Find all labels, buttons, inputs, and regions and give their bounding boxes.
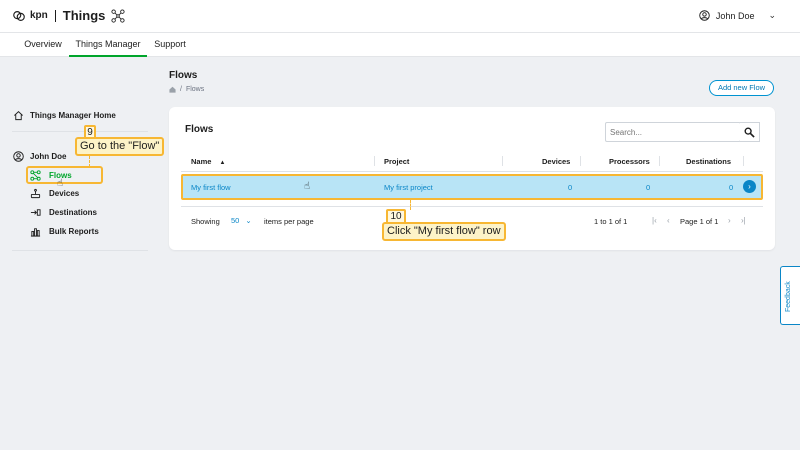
cell-destinations: 0	[729, 183, 733, 192]
column-header-processors[interactable]: Processors	[609, 157, 650, 166]
sidebar-item-destinations[interactable]: Destinations	[30, 207, 97, 218]
column-header-destinations[interactable]: Destinations	[686, 157, 731, 166]
sidebar-home-label: Things Manager Home	[30, 111, 116, 120]
sort-asc-icon: ▲	[220, 160, 226, 166]
cell-processors: 0	[646, 183, 650, 192]
column-header-project[interactable]: Project	[384, 157, 409, 166]
next-page-icon[interactable]: ›	[728, 216, 731, 225]
column-divider	[580, 156, 581, 166]
cursor-pointer-icon: ☝	[304, 181, 310, 192]
kpn-logo-icon	[12, 9, 26, 23]
table-row[interactable]: My first flow ☝ My first project 0 0 0 ›	[181, 174, 763, 200]
sidebar-item-devices[interactable]: Devices	[30, 188, 79, 199]
sidebar-item-home[interactable]: Things Manager Home	[13, 110, 116, 121]
user-name: John Doe	[716, 11, 755, 21]
tab-things-manager[interactable]: Things Manager	[69, 33, 147, 57]
main-nav: Overview Things Manager Support	[0, 32, 800, 57]
logo-divider	[55, 10, 56, 22]
network-icon	[111, 9, 125, 23]
prev-page-icon[interactable]: ‹	[667, 216, 670, 225]
search-icon	[744, 127, 755, 138]
column-header-label: Name	[191, 157, 211, 166]
column-divider	[743, 156, 744, 166]
tab-overview[interactable]: Overview	[18, 33, 68, 57]
step-10-callout: Click "My first flow" row	[382, 222, 506, 241]
top-bar: kpn Things John Doe ⌄	[0, 0, 800, 32]
range-label: 1 to 1 of 1	[594, 217, 627, 226]
search-button[interactable]	[740, 122, 760, 142]
bulk-reports-icon	[30, 226, 41, 237]
home-icon	[13, 110, 24, 121]
card-title: Flows	[185, 124, 213, 135]
chevron-down-icon: ⌄	[768, 10, 776, 21]
breadcrumb-current: Flows	[186, 86, 204, 93]
sidebar-user: John Doe	[13, 151, 66, 162]
last-page-icon[interactable]: ›|	[741, 216, 746, 225]
flows-highlight-box	[26, 166, 103, 184]
sidebar-divider	[12, 250, 148, 251]
chevron-down-icon: ⌄	[245, 216, 251, 225]
cell-project[interactable]: My first project	[384, 183, 433, 192]
search-input[interactable]	[606, 123, 741, 141]
sidebar-item-bulk-reports[interactable]: Bulk Reports	[30, 226, 99, 237]
cell-name[interactable]: My first flow	[191, 183, 231, 192]
cell-devices: 0	[568, 183, 572, 192]
header-divider	[181, 171, 763, 172]
sidebar-user-label: John Doe	[30, 152, 66, 161]
step-9-callout: Go to the "Flow"	[75, 137, 164, 156]
tab-support[interactable]: Support	[148, 33, 192, 57]
devices-icon	[30, 188, 41, 199]
sidebar-divider	[12, 131, 148, 132]
sidebar-item-label: Bulk Reports	[49, 227, 99, 236]
column-divider	[374, 156, 375, 166]
sidebar-item-label: Devices	[49, 189, 79, 198]
breadcrumb: / Flows	[169, 86, 204, 93]
add-new-flow-button[interactable]: Add new Flow	[709, 80, 774, 96]
search-box	[605, 122, 741, 142]
breadcrumb-separator: /	[180, 86, 182, 93]
chevron-right-icon[interactable]: ›	[743, 180, 756, 193]
per-page-value: 50	[231, 216, 239, 225]
app-logo[interactable]: kpn Things	[12, 8, 125, 23]
column-divider	[659, 156, 660, 166]
page-label: Page 1 of 1	[680, 217, 718, 226]
feedback-tab[interactable]: Feedback	[780, 266, 800, 325]
brand-name: kpn	[30, 10, 48, 21]
cursor-pointer-icon: ☝	[57, 178, 63, 189]
destinations-icon	[30, 207, 41, 218]
user-avatar-icon	[699, 10, 710, 21]
showing-label: Showing	[191, 217, 220, 226]
column-header-devices[interactable]: Devices	[542, 157, 570, 166]
product-name: Things	[63, 8, 106, 23]
row-divider	[181, 206, 763, 207]
user-circle-icon	[13, 151, 24, 162]
column-divider	[502, 156, 503, 166]
user-menu[interactable]: John Doe ⌄	[699, 10, 776, 21]
feedback-label: Feedback	[785, 281, 792, 312]
per-page-label: items per page	[264, 217, 314, 226]
first-page-icon[interactable]: |‹	[652, 216, 657, 225]
per-page-select[interactable]: 50 ⌄	[231, 216, 252, 225]
column-header-name[interactable]: Name ▲	[191, 157, 225, 166]
annotation-connector	[410, 200, 411, 210]
page-title: Flows	[169, 70, 197, 81]
home-crumb-icon[interactable]	[169, 86, 176, 93]
sidebar-item-label: Destinations	[49, 208, 97, 217]
